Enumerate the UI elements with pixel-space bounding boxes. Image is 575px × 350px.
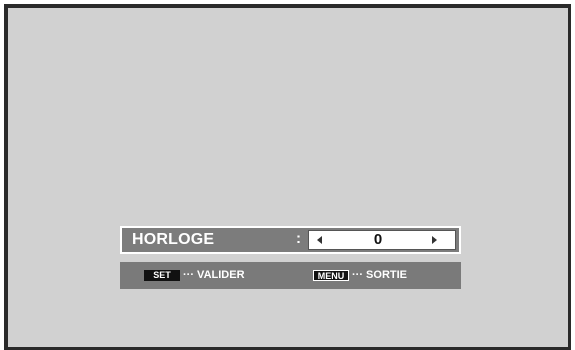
- menu-key-badge: MENU: [313, 270, 349, 281]
- clock-value-selector[interactable]: 0: [308, 230, 456, 250]
- right-arrow-icon[interactable]: [432, 236, 437, 244]
- clock-setting-row[interactable]: HORLOGE : 0: [120, 226, 461, 254]
- set-action-label: ··· VALIDER: [183, 269, 245, 281]
- clock-value: 0: [373, 231, 383, 248]
- set-key-badge: SET: [144, 270, 180, 281]
- menu-action-label: ··· SORTIE: [352, 269, 407, 281]
- help-bar: SET ··· VALIDER MENU ··· SORTIE: [120, 262, 461, 289]
- setting-label: HORLOGE: [132, 231, 215, 248]
- setting-separator: :: [296, 230, 301, 247]
- tv-screen: HORLOGE : 0 SET ··· VALIDER MENU ··· SOR…: [4, 4, 571, 350]
